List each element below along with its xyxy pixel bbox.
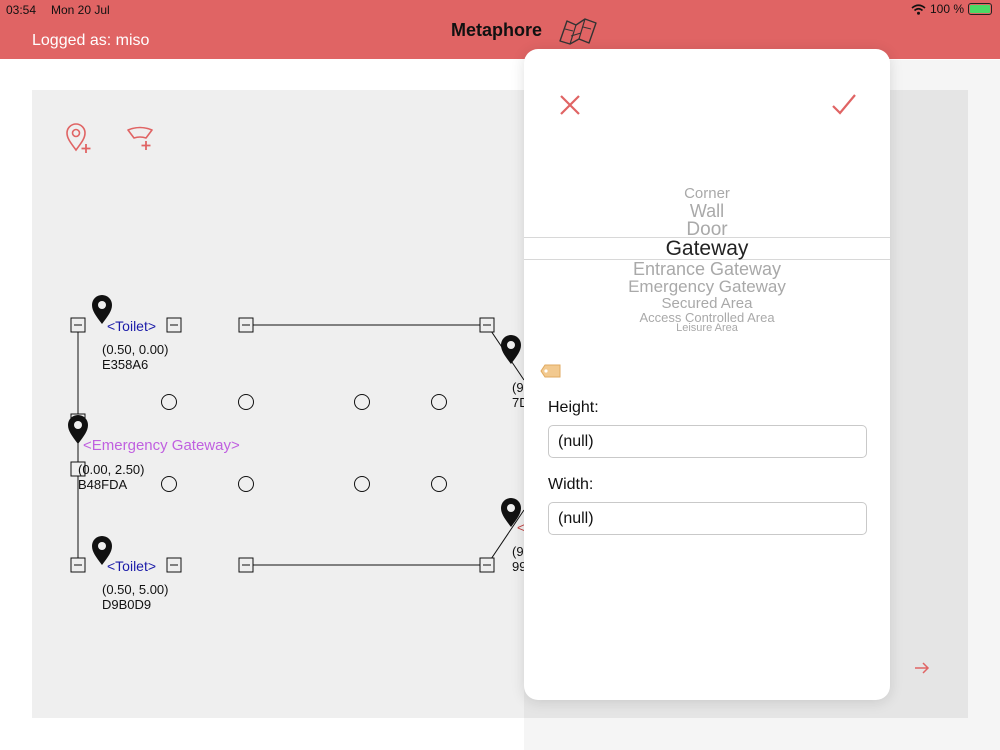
app-title: Metaphore <box>451 20 543 40</box>
width-label: Width: <box>548 476 594 493</box>
emergency-gateway-label: <Emergency Gateway> <box>83 437 240 454</box>
grid-node <box>354 476 370 492</box>
grid-node <box>431 476 447 492</box>
picker-item-gateway-selected[interactable]: Gateway <box>524 237 890 261</box>
node-id: B48FDA <box>78 477 128 492</box>
node-id: E358A6 <box>102 357 149 372</box>
pin-add-icon[interactable] <box>64 122 94 154</box>
battery-icon <box>968 3 992 15</box>
node-coords: (0.00, 2.50) <box>78 462 145 477</box>
grid-node <box>431 394 447 410</box>
grid-node <box>238 394 254 410</box>
logged-in-user: Logged as: miso <box>32 32 150 49</box>
status-time: 03:54 <box>6 3 37 17</box>
battery-percent: 100 % <box>929 2 964 16</box>
height-field[interactable] <box>548 425 867 458</box>
checkmark-icon[interactable] <box>831 93 857 117</box>
status-date: Mon 20 Jul <box>51 3 110 17</box>
node-coords: (0.50, 5.00) <box>102 582 169 597</box>
node-coords: (9 <box>512 544 524 559</box>
arrow-right-icon[interactable] <box>914 661 930 675</box>
map-pin-icon <box>501 335 521 364</box>
toilet-label: <Toilet> <box>107 558 157 574</box>
picker-item-leisure-area[interactable]: Leisure Area <box>524 322 890 334</box>
tag-icon <box>540 364 561 378</box>
wifi-icon <box>911 3 926 15</box>
folded-map-icon[interactable] <box>557 15 599 45</box>
grid-node <box>238 476 254 492</box>
height-label: Height: <box>548 399 599 416</box>
close-icon[interactable] <box>558 93 582 117</box>
grid-node <box>354 394 370 410</box>
node-id: D9B0D9 <box>102 597 152 612</box>
grid-node <box>161 394 177 410</box>
picker-item-emergency-gateway[interactable]: Emergency Gateway <box>524 277 890 297</box>
node-type-modal: Corner Wall Door Gateway Entrance Gatewa… <box>524 49 890 700</box>
fan-area-add-icon[interactable] <box>126 126 158 152</box>
node-coords: (9 <box>512 380 524 395</box>
node-coords: (0.50, 0.00) <box>102 342 169 357</box>
width-field[interactable] <box>548 502 867 535</box>
picker-item-corner[interactable]: Corner <box>524 185 890 202</box>
toilet-label: <Toilet> <box>107 318 157 334</box>
grid-node <box>161 476 177 492</box>
status-indicators: 100 % <box>911 2 992 16</box>
type-picker[interactable]: Corner Wall Door Gateway Entrance Gatewa… <box>524 179 890 334</box>
